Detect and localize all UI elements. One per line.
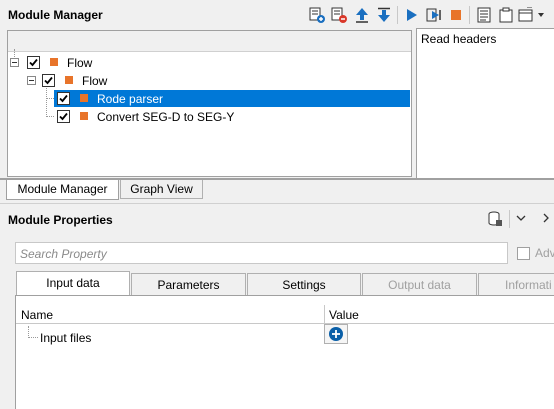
tab-input-data[interactable]: Input data bbox=[16, 271, 130, 295]
move-down-icon[interactable] bbox=[376, 7, 392, 23]
remove-module-icon[interactable] bbox=[331, 7, 347, 23]
tree-item-convert[interactable]: Convert SEG-D to SEG-Y bbox=[97, 110, 234, 124]
grid-header: Name Value bbox=[16, 305, 554, 324]
advanced-label: Adv bbox=[535, 246, 554, 260]
window-menu-icon[interactable] bbox=[518, 7, 548, 23]
flow-square-icon bbox=[65, 76, 73, 84]
description-text: Read headers bbox=[421, 32, 497, 46]
search-placeholder: Search Property bbox=[20, 247, 107, 261]
root-checkbox[interactable] bbox=[27, 56, 40, 69]
move-up-icon[interactable] bbox=[354, 7, 370, 23]
stop-icon[interactable] bbox=[448, 7, 464, 23]
tab-output-data[interactable]: Output data bbox=[362, 273, 477, 295]
module-manager-title: Module Manager bbox=[8, 8, 103, 22]
property-grid: Name Value Input files bbox=[15, 295, 554, 409]
run-icon[interactable] bbox=[404, 7, 420, 23]
module-description-panel: Read headers bbox=[416, 28, 554, 180]
database-icon[interactable] bbox=[487, 211, 503, 227]
module-square-icon bbox=[80, 94, 88, 102]
add-module-icon[interactable] bbox=[309, 7, 325, 23]
collapse-root-icon[interactable] bbox=[10, 58, 19, 67]
column-value-header: Value bbox=[329, 308, 359, 322]
chevron-down-icon[interactable] bbox=[516, 212, 526, 227]
chevron-right-icon[interactable] bbox=[541, 212, 551, 227]
tab-information[interactable]: Informati bbox=[478, 273, 554, 295]
flow-square-icon bbox=[50, 58, 58, 66]
advanced-checkbox[interactable] bbox=[517, 247, 530, 260]
tree-header bbox=[8, 31, 411, 52]
tab-parameters[interactable]: Parameters bbox=[131, 273, 246, 295]
convert-checkbox[interactable] bbox=[57, 110, 70, 123]
log-icon[interactable] bbox=[476, 7, 492, 23]
tab-settings[interactable]: Settings bbox=[247, 273, 361, 295]
tab-graph-view[interactable]: Graph View bbox=[120, 180, 203, 199]
tree-node-child[interactable]: Flow bbox=[82, 74, 107, 88]
module-tree[interactable]: Flow Flow Rode parser Convert SEG-D to S… bbox=[7, 30, 412, 177]
add-icon bbox=[329, 327, 343, 341]
child-checkbox[interactable] bbox=[42, 74, 55, 87]
row-input-files-label: Input files bbox=[40, 331, 92, 345]
collapse-child-icon[interactable] bbox=[27, 76, 36, 85]
search-property-input[interactable]: Search Property bbox=[15, 242, 508, 264]
tab-module-manager[interactable]: Module Manager bbox=[6, 180, 119, 200]
column-name-header: Name bbox=[21, 308, 54, 322]
tree-node-root[interactable]: Flow bbox=[67, 56, 92, 70]
module-properties-title: Module Properties bbox=[8, 213, 113, 227]
tree-item-rode-parser[interactable]: Rode parser bbox=[97, 92, 163, 106]
add-input-file-button[interactable] bbox=[324, 324, 348, 344]
module-square-icon bbox=[80, 112, 88, 120]
step-icon[interactable] bbox=[426, 7, 442, 23]
clipboard-icon[interactable] bbox=[498, 7, 514, 23]
rode-parser-checkbox[interactable] bbox=[57, 92, 70, 105]
